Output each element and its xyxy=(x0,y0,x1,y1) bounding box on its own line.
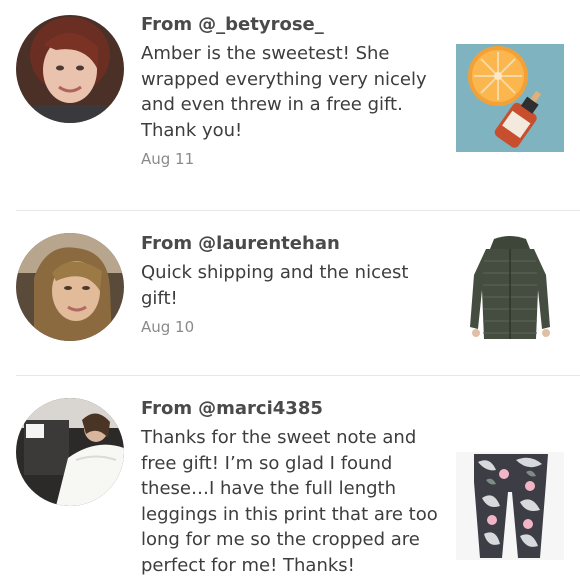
reviewer-avatar[interactable] xyxy=(16,398,124,506)
reviewer-avatar[interactable] xyxy=(16,15,124,123)
from-prefix: From xyxy=(141,233,193,254)
review-item: From @laurentehan Quick shipping and the … xyxy=(0,211,580,375)
review-from: From @marci4385 xyxy=(141,398,441,420)
product-orange-serum-photo-icon xyxy=(456,44,564,152)
user-avatar-photo-icon xyxy=(16,15,124,123)
product-thumbnail[interactable] xyxy=(456,452,564,560)
product-green-puffer-jacket-photo-icon xyxy=(456,235,564,343)
reviewer-avatar[interactable] xyxy=(16,233,124,341)
product-thumbnail[interactable] xyxy=(456,235,564,343)
review-date: Aug 11 xyxy=(141,150,195,169)
from-prefix: From xyxy=(141,398,193,419)
reviewer-username[interactable]: @marci4385 xyxy=(198,398,323,419)
from-prefix: From xyxy=(141,14,193,35)
review-item: From @marci4385 Thanks for the sweet note… xyxy=(0,376,580,580)
product-floral-leggings-photo-icon xyxy=(456,452,564,560)
reviewer-username[interactable]: @_betyrose_ xyxy=(198,14,324,35)
reviewer-username[interactable]: @laurentehan xyxy=(198,233,340,254)
product-thumbnail[interactable] xyxy=(456,44,564,152)
review-item: From @_betyrose_ Amber is the sweetest! S… xyxy=(0,0,580,210)
reviews-feed: From @_betyrose_ Amber is the sweetest! S… xyxy=(0,0,580,580)
user-avatar-photo-icon xyxy=(16,233,124,341)
review-text: Amber is the sweetest! She wrapped every… xyxy=(141,43,427,141)
review-text: Quick shipping and the nicest gift! xyxy=(141,262,409,309)
review-from: From @_betyrose_ xyxy=(141,14,441,36)
review-date: Aug 10 xyxy=(141,318,195,337)
user-avatar-photo-icon xyxy=(16,398,124,506)
review-from: From @laurentehan xyxy=(141,233,441,255)
review-text: Thanks for the sweet note and free gift!… xyxy=(141,427,438,576)
